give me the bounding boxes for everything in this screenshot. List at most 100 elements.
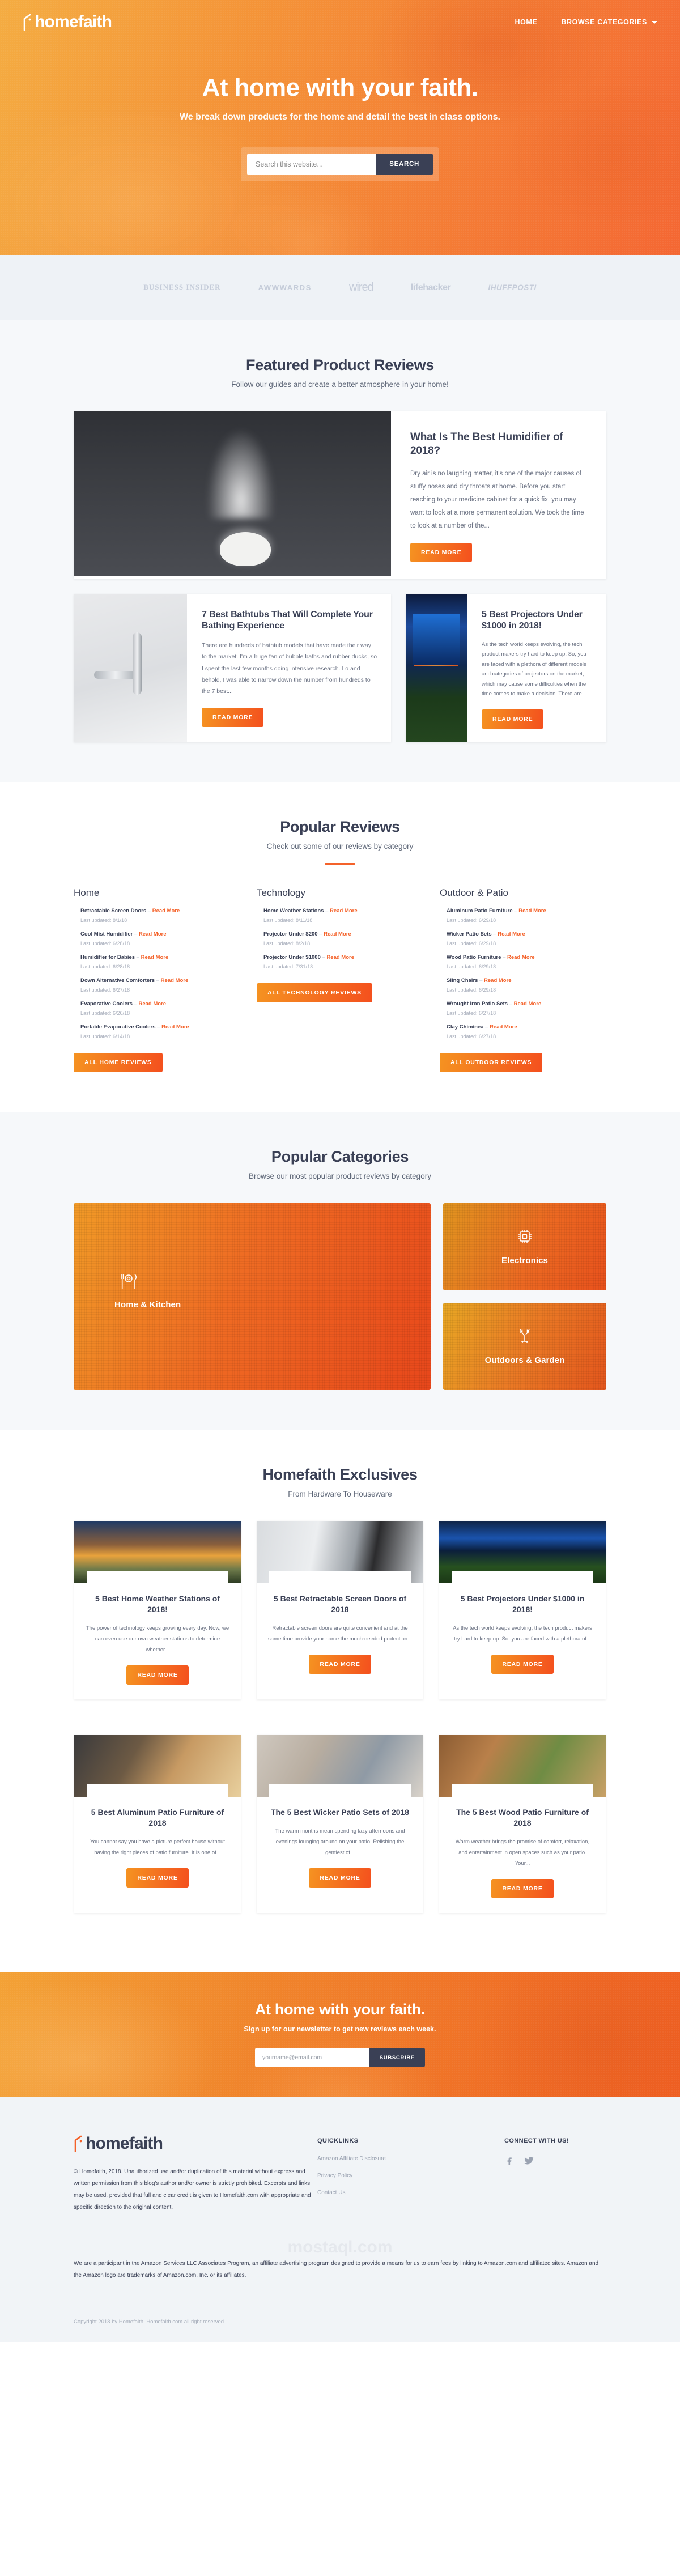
review-item-read-more-link[interactable]: Read More: [490, 1024, 517, 1030]
review-item-read-more-link[interactable]: Read More: [162, 1024, 189, 1030]
nav-browse-categories[interactable]: BROWSE CATEGORIES: [561, 18, 657, 26]
featured-title: Featured Product Reviews: [246, 356, 434, 373]
review-item-dash: –: [156, 977, 161, 984]
exclusive-card-read-more-button[interactable]: READ MORE: [126, 1665, 189, 1685]
featured-reviews-section: Featured Product Reviews Follow our guid…: [0, 320, 680, 782]
review-item-name: Wrought Iron Patio Sets: [447, 1000, 509, 1007]
facebook-icon[interactable]: [504, 2156, 515, 2169]
review-item-name: Wood Patio Furniture: [447, 954, 503, 960]
review-column-technology: Technology Home Weather Stations – Read M…: [257, 887, 423, 1072]
all-reviews-button[interactable]: ALL TECHNOLOGY REVIEWS: [257, 983, 372, 1002]
review-item: Evaporative Coolers – Read More: [74, 1001, 240, 1007]
review-item-read-more-link[interactable]: Read More: [518, 908, 546, 914]
review-item-dash: –: [503, 954, 507, 960]
exclusive-card[interactable]: 5 Best Home Weather Stations of 2018! The…: [74, 1520, 241, 1699]
featured-card-bathtubs[interactable]: 7 Best Bathtubs That Will Complete Your …: [74, 593, 391, 742]
popular-reviews-section: Popular Reviews Check out some of our re…: [0, 781, 680, 1112]
site-logo[interactable]: homefaith: [23, 12, 112, 32]
review-item-read-more-link[interactable]: Read More: [324, 931, 351, 937]
footer-copyright-block: © Homefaith, 2018. Unauthorized use and/…: [74, 2168, 311, 2211]
exclusive-card[interactable]: The 5 Best Wicker Patio Sets of 2018 The …: [257, 1734, 423, 1913]
garden-tools-icon: [485, 1328, 565, 1347]
footer-connect-heading: CONNECT WITH US!: [504, 2137, 569, 2144]
review-column-title: Outdoor & Patio: [440, 887, 508, 898]
hero-content: At home with your faith. We break down p…: [0, 44, 680, 181]
house-logo-icon-footer: [74, 2135, 84, 2152]
review-item-read-more-link[interactable]: Read More: [507, 954, 535, 960]
newsletter-email-input[interactable]: [254, 2048, 369, 2067]
review-column-home: Home Retractable Screen Doors – Read More…: [74, 887, 240, 1072]
footer-bottom-copyright: Copyright 2018 by Homefaith. Homefaith.c…: [74, 2318, 226, 2325]
cutlery-icon: [119, 1273, 181, 1293]
review-item-last-updated: Last updated: 6/27/18: [447, 1033, 496, 1039]
review-item-name: Home Weather Stations: [264, 907, 326, 914]
review-item-name: Aluminum Patio Furniture: [447, 907, 515, 914]
exclusive-card-read-more-button[interactable]: READ MORE: [309, 1868, 371, 1888]
featured-main-text: Dry air is no laughing matter, it's one …: [410, 470, 584, 529]
review-item-read-more-link[interactable]: Read More: [161, 977, 189, 984]
exclusive-card-text: You cannot say you have a picture perfec…: [90, 1838, 225, 1856]
review-item-read-more-link[interactable]: Read More: [152, 908, 180, 914]
newsletter-subscribe-button[interactable]: SUBSCRIBE: [369, 2048, 425, 2067]
review-item-read-more-link[interactable]: Read More: [514, 1001, 542, 1007]
review-item: Humidifier for Babies – Read More: [74, 954, 240, 960]
nav-home[interactable]: HOME: [515, 18, 537, 26]
review-item-read-more-link[interactable]: Read More: [141, 954, 169, 960]
featured-projectors-read-more-button[interactable]: READ MORE: [482, 709, 544, 729]
exclusive-card[interactable]: The 5 Best Wood Patio Furniture of 2018 W…: [439, 1734, 606, 1913]
all-reviews-button[interactable]: ALL OUTDOOR REVIEWS: [440, 1052, 543, 1072]
review-item: Wicker Patio Sets – Read More: [440, 931, 606, 937]
review-item-read-more-link[interactable]: Read More: [138, 1001, 166, 1007]
review-item-last-updated: Last updated: 8/2/18: [264, 940, 311, 946]
review-item-line: Clay Chiminea – Read More: [447, 1024, 606, 1030]
review-item-dash: –: [157, 1023, 162, 1030]
footer-link-privacy-policy[interactable]: Privacy Policy: [317, 2173, 504, 2179]
category-card-outdoors-garden[interactable]: Outdoors & Garden: [443, 1302, 606, 1390]
review-item: Cool Mist Humidifier – Read More: [74, 931, 240, 937]
featured-bathtubs-read-more-button[interactable]: READ MORE: [202, 707, 264, 727]
exclusive-card-read-more-button[interactable]: READ MORE: [491, 1878, 554, 1898]
image-watermark: mostaql.com: [287, 2237, 393, 2256]
footer-link-contact-us[interactable]: Contact Us: [317, 2190, 504, 2196]
press-logo-business-insider: BUSINESS INSIDER: [143, 283, 221, 292]
exclusive-card[interactable]: 5 Best Projectors Under $1000 in 2018! As…: [439, 1520, 606, 1699]
review-item-name: Cool Mist Humidifier: [80, 930, 134, 937]
footer-link-amazon-affiliate-disclosure[interactable]: Amazon Affiliate Disclosure: [317, 2156, 504, 2162]
footer-logo[interactable]: homefaith: [74, 2134, 317, 2153]
review-item-read-more-link[interactable]: Read More: [326, 954, 354, 960]
search-input[interactable]: [247, 154, 376, 175]
featured-main-read-more-button[interactable]: READ MORE: [410, 542, 473, 562]
review-item-last-updated: Last updated: 6/14/18: [80, 1033, 130, 1039]
exclusive-card-read-more-button[interactable]: READ MORE: [491, 1654, 554, 1674]
category-card-home-kitchen[interactable]: Home & Kitchen: [74, 1202, 431, 1390]
review-item: Home Weather Stations – Read More: [257, 908, 423, 914]
exclusive-card[interactable]: 5 Best Retractable Screen Doors of 2018 R…: [257, 1520, 423, 1699]
featured-bathtubs-text: There are hundreds of bathtub models tha…: [202, 641, 377, 695]
hero-subtitle: We break down products for the home and …: [179, 112, 500, 122]
review-item-line: Cool Mist Humidifier – Read More: [80, 931, 240, 937]
featured-card-main[interactable]: What Is The Best Humidifier of 2018? Dry…: [74, 411, 606, 579]
exclusive-card-read-more-button[interactable]: READ MORE: [309, 1654, 371, 1674]
review-item-read-more-link[interactable]: Read More: [498, 931, 525, 937]
review-item-line: Aluminum Patio Furniture – Read More: [447, 908, 606, 914]
category-card-electronics[interactable]: Electronics: [443, 1202, 606, 1290]
exclusives-section: Homefaith Exclusives From Hardware To Ho…: [0, 1429, 680, 1972]
press-logo-wired: wired: [348, 281, 374, 294]
exclusive-card-read-more-button[interactable]: READ MORE: [126, 1868, 189, 1888]
category-label-electronics: Electronics: [502, 1255, 548, 1265]
newsletter-title: At home with your faith.: [254, 2001, 426, 2018]
review-item-last-updated: Last updated: 6/27/18: [80, 987, 130, 993]
review-item-line: Humidifier for Babies – Read More: [80, 954, 240, 960]
search-button[interactable]: SEARCH: [376, 154, 433, 175]
review-item-line: Wrought Iron Patio Sets – Read More: [447, 1001, 606, 1007]
featured-card-projectors[interactable]: 5 Best Projectors Under $1000 in 2018! A…: [406, 593, 606, 742]
review-item-line: Wood Patio Furniture – Read More: [447, 954, 606, 960]
twitter-icon[interactable]: [524, 2156, 534, 2169]
review-item-read-more-link[interactable]: Read More: [484, 977, 512, 984]
all-reviews-button[interactable]: ALL HOME REVIEWS: [74, 1052, 163, 1072]
exclusive-card[interactable]: 5 Best Aluminum Patio Furniture of 2018 Y…: [74, 1734, 241, 1913]
popular-reviews-subtitle: Check out some of our reviews by categor…: [266, 841, 414, 851]
review-item: Portable Evaporative Coolers – Read More: [74, 1024, 240, 1030]
review-item-read-more-link[interactable]: Read More: [139, 931, 167, 937]
review-item-read-more-link[interactable]: Read More: [330, 908, 358, 914]
